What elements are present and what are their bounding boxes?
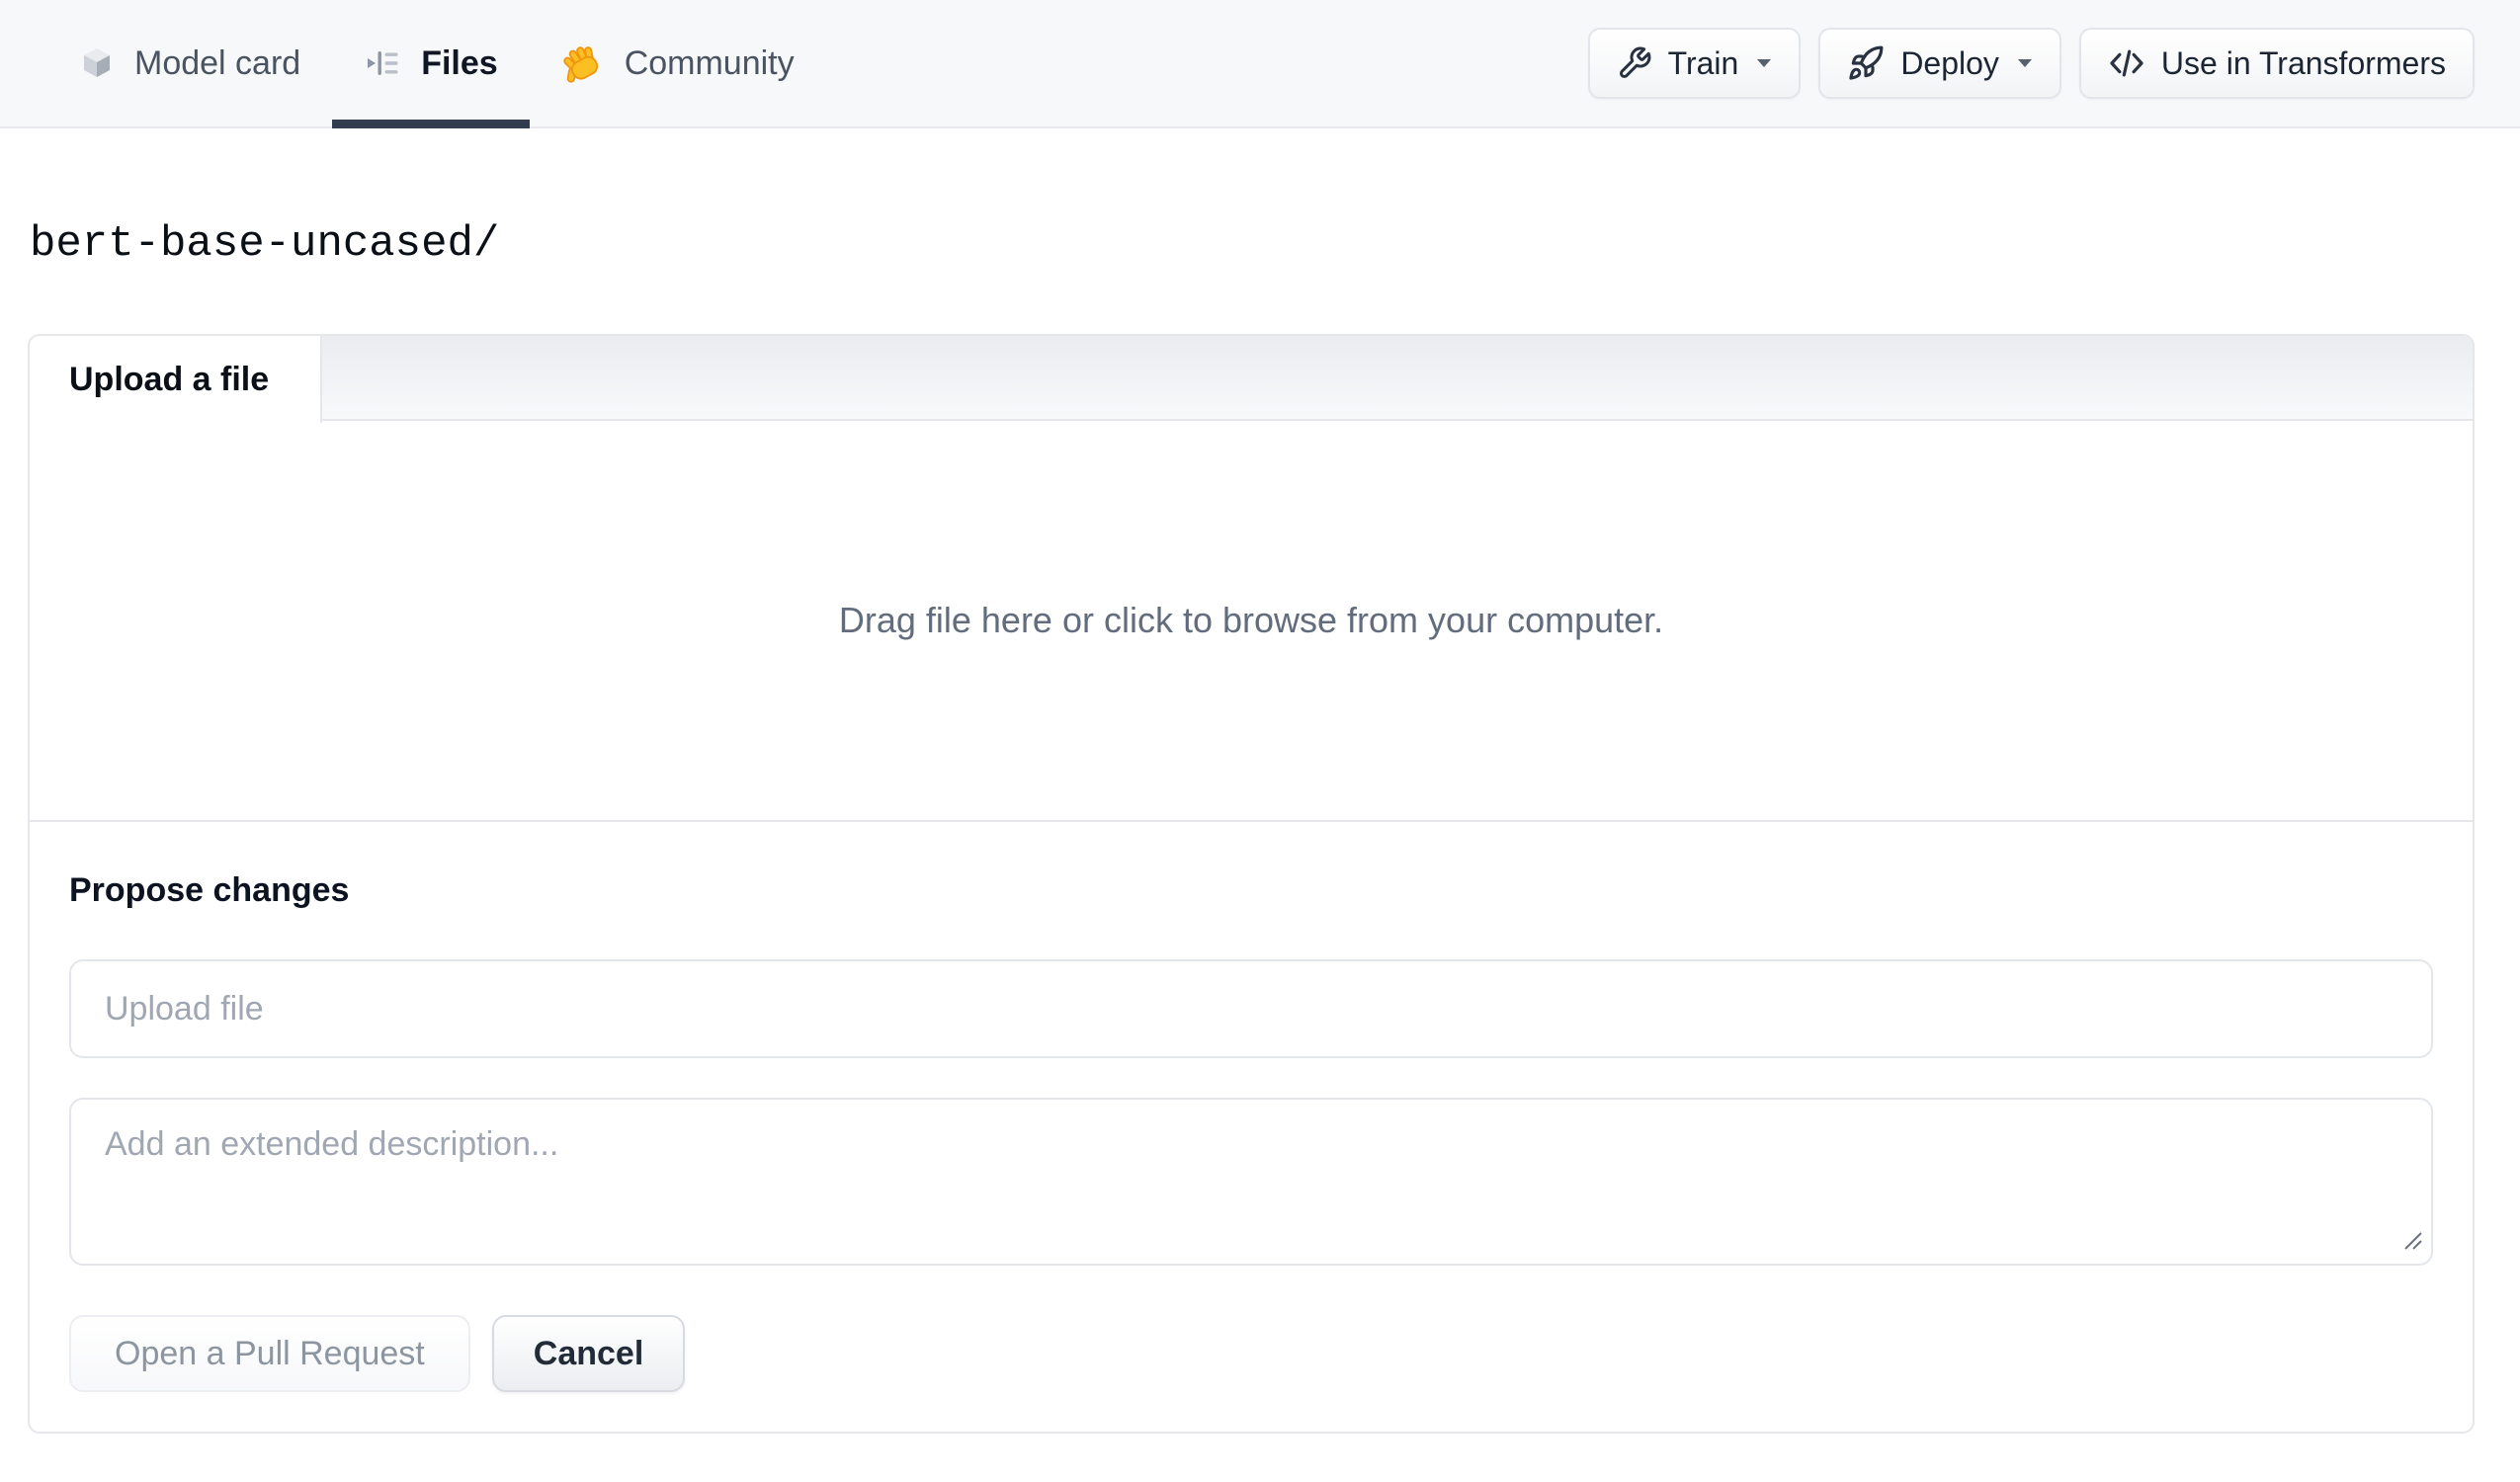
tab-model-card-label: Model card xyxy=(134,43,301,82)
cancel-button[interactable]: Cancel xyxy=(491,1315,686,1392)
upload-panel: Upload a file Drag file here or click to… xyxy=(28,334,2475,1434)
tab-upload-a-file-label: Upload a file xyxy=(69,360,270,398)
use-in-transformers-button[interactable]: Use in Transformers xyxy=(2078,28,2475,99)
propose-actions-row: Open a Pull Request Cancel xyxy=(69,1315,2433,1392)
deploy-button[interactable]: Deploy xyxy=(1818,28,2061,99)
tab-community-label: Community xyxy=(624,43,795,82)
train-button[interactable]: Train xyxy=(1587,28,1802,99)
rocket-icon xyxy=(1847,44,1885,82)
tab-files-label: Files xyxy=(421,43,498,82)
open-pull-request-button[interactable]: Open a Pull Request xyxy=(69,1315,470,1392)
upload-file-input[interactable] xyxy=(69,959,2433,1058)
files-list-icon xyxy=(364,43,403,83)
tab-files[interactable]: Files xyxy=(332,0,531,128)
cube-icon xyxy=(77,43,117,83)
train-button-label: Train xyxy=(1667,44,1739,81)
chevron-down-icon xyxy=(1756,58,1772,68)
use-in-transformers-label: Use in Transformers xyxy=(2160,44,2446,81)
repo-header-nav: Model card Files Community Train Deploy … xyxy=(0,0,2520,128)
propose-changes-heading: Propose changes xyxy=(69,871,350,909)
file-dropzone[interactable]: Drag file here or click to browse from y… xyxy=(30,421,2473,822)
code-icon xyxy=(2108,44,2145,82)
header-actions: Train Deploy Use in Transformers xyxy=(1587,0,2475,126)
tab-upload-a-file[interactable]: Upload a file xyxy=(30,336,322,423)
chevron-down-icon xyxy=(2017,58,2033,68)
upload-panel-tabbar: Upload a file xyxy=(30,336,2473,423)
deploy-button-label: Deploy xyxy=(1900,44,1999,81)
tab-model-card[interactable]: Model card xyxy=(45,0,332,126)
description-field-wrapper xyxy=(69,1098,2433,1266)
wrench-icon xyxy=(1617,45,1652,81)
repo-path-title: bert-base-uncased/ xyxy=(30,219,500,269)
tab-community[interactable]: Community xyxy=(530,0,826,126)
propose-changes-section: Propose changes Open a Pull Request Canc… xyxy=(30,822,2473,1432)
extended-description-textarea[interactable] xyxy=(69,1098,2433,1266)
waving-hand-icon xyxy=(561,41,607,86)
dropzone-hint-text: Drag file here or click to browse from y… xyxy=(838,600,1664,640)
